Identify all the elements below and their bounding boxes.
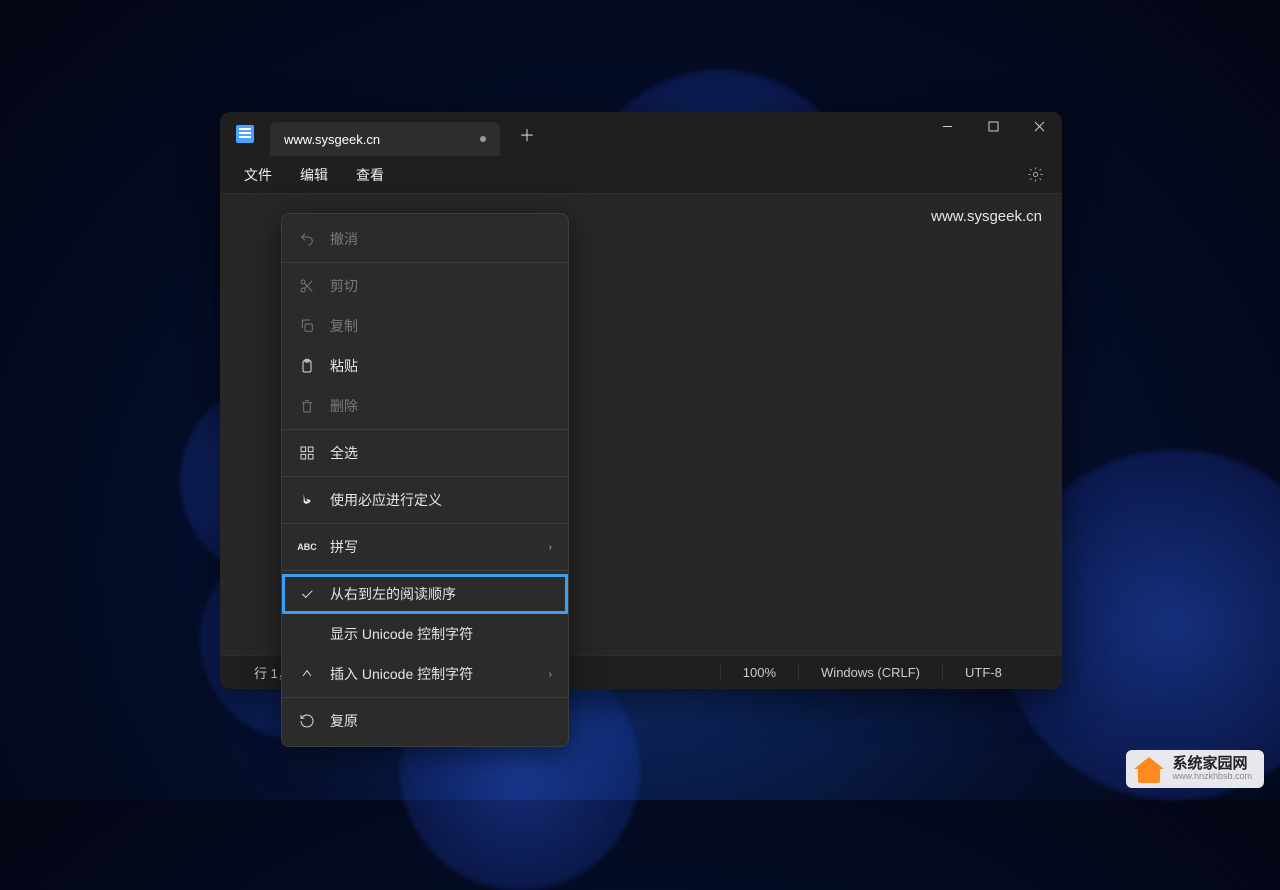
- tab-dirty-indicator-icon: [480, 136, 486, 142]
- maximize-button[interactable]: [970, 112, 1016, 140]
- restore-icon: [298, 712, 316, 730]
- context-divider: [282, 523, 568, 524]
- menu-edit[interactable]: 编辑: [286, 159, 342, 191]
- context-select-all-label: 全选: [330, 443, 358, 463]
- context-menu: 撤消 剪切 复制 粘贴 删除 全选 使用必应进行定义 ABC 拼写 › 从右到左…: [281, 213, 569, 747]
- maximize-icon: [988, 121, 999, 132]
- plus-icon: ＋: [519, 122, 535, 146]
- context-spelling-label: 拼写: [330, 537, 358, 557]
- context-divider: [282, 429, 568, 430]
- context-copy[interactable]: 复制: [282, 306, 568, 346]
- clipboard-icon: [298, 357, 316, 375]
- window-controls: [924, 112, 1062, 140]
- minimize-button[interactable]: [924, 112, 970, 140]
- spellcheck-icon: ABC: [298, 538, 316, 556]
- context-paste[interactable]: 粘贴: [282, 346, 568, 386]
- trash-icon: [298, 397, 316, 415]
- context-restore-label: 复原: [330, 711, 358, 731]
- check-icon: [298, 585, 316, 603]
- context-undo[interactable]: 撤消: [282, 219, 568, 259]
- context-spelling[interactable]: ABC 拼写 ›: [282, 527, 568, 567]
- menubar: 文件 编辑 查看: [220, 156, 1062, 194]
- blank-icon: [298, 625, 316, 643]
- status-encoding[interactable]: UTF-8: [942, 665, 1062, 680]
- context-divider: [282, 262, 568, 263]
- tab-active[interactable]: www.sysgeek.cn: [270, 122, 500, 156]
- context-copy-label: 复制: [330, 316, 358, 336]
- context-cut-label: 剪切: [330, 276, 358, 296]
- context-insert-unicode-ctrl-label: 插入 Unicode 控制字符: [330, 664, 473, 684]
- context-show-unicode-ctrl[interactable]: 显示 Unicode 控制字符: [282, 614, 568, 654]
- watermark: 系统家园网 www.hnzkhbsb.com: [1126, 750, 1264, 788]
- close-icon: [1034, 121, 1045, 132]
- context-select-all[interactable]: 全选: [282, 433, 568, 473]
- titlebar[interactable]: www.sysgeek.cn ＋: [220, 112, 1062, 156]
- context-delete[interactable]: 删除: [282, 386, 568, 426]
- watermark-url: www.hnzkhbsb.com: [1172, 772, 1252, 782]
- settings-button[interactable]: [1022, 162, 1048, 188]
- context-insert-unicode-ctrl[interactable]: 插入 Unicode 控制字符 ›: [282, 654, 568, 694]
- context-paste-label: 粘贴: [330, 356, 358, 376]
- menu-file[interactable]: 文件: [230, 159, 286, 191]
- context-bing-define-label: 使用必应进行定义: [330, 490, 442, 510]
- tab-title: www.sysgeek.cn: [284, 132, 380, 147]
- copy-icon: [298, 317, 316, 335]
- context-cut[interactable]: 剪切: [282, 266, 568, 306]
- select-all-icon: [298, 444, 316, 462]
- scissors-icon: [298, 277, 316, 295]
- gear-icon: [1027, 166, 1044, 183]
- context-undo-label: 撤消: [330, 229, 358, 249]
- status-zoom[interactable]: 100%: [720, 665, 798, 680]
- house-icon: [1134, 755, 1164, 783]
- context-divider: [282, 476, 568, 477]
- watermark-title: 系统家园网: [1172, 756, 1252, 773]
- new-tab-button[interactable]: ＋: [512, 119, 542, 149]
- context-show-unicode-ctrl-label: 显示 Unicode 控制字符: [330, 624, 473, 644]
- context-rtl-reading-label: 从右到左的阅读顺序: [330, 584, 456, 604]
- status-line-ending[interactable]: Windows (CRLF): [798, 665, 942, 680]
- undo-icon: [298, 230, 316, 248]
- menu-view[interactable]: 查看: [342, 159, 398, 191]
- caret-icon: [298, 665, 316, 683]
- notepad-app-icon: [236, 125, 254, 143]
- close-button[interactable]: [1016, 112, 1062, 140]
- editor-content: www.sysgeek.cn: [931, 208, 1042, 225]
- context-divider: [282, 697, 568, 698]
- minimize-icon: [942, 121, 953, 132]
- bing-icon: [298, 491, 316, 509]
- context-divider: [282, 570, 568, 571]
- context-bing-define[interactable]: 使用必应进行定义: [282, 480, 568, 520]
- chevron-right-icon: ›: [549, 669, 552, 680]
- context-restore[interactable]: 复原: [282, 701, 568, 741]
- chevron-right-icon: ›: [549, 542, 552, 553]
- context-delete-label: 删除: [330, 396, 358, 416]
- context-rtl-reading[interactable]: 从右到左的阅读顺序: [282, 574, 568, 614]
